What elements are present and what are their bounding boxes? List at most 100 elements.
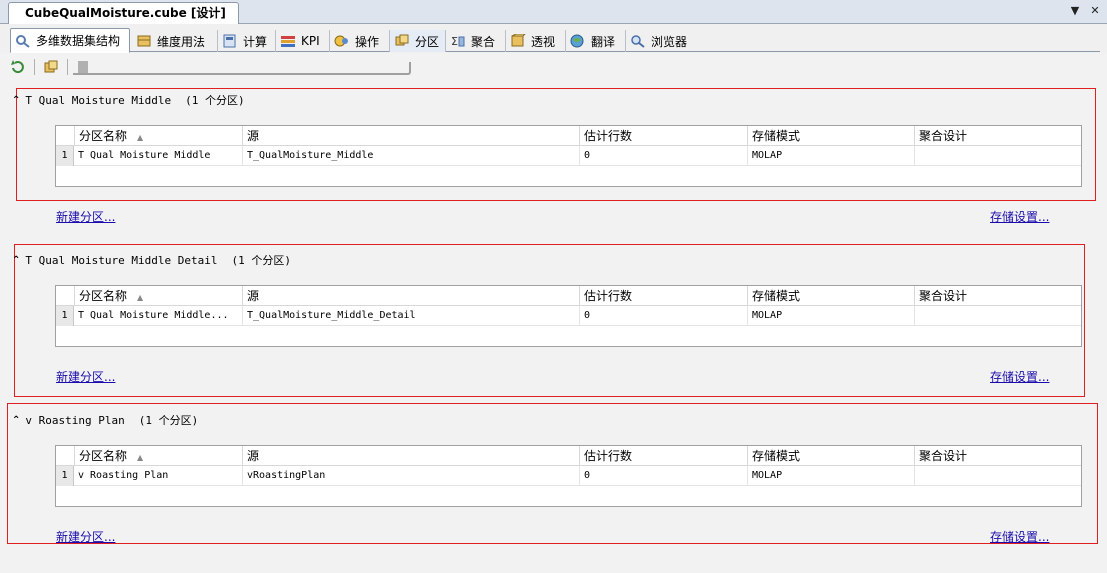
actions-icon <box>334 34 350 48</box>
measure-group-name: T Qual Moisture Middle Detail <box>25 253 218 267</box>
collapse-icon[interactable]: ⌃ <box>12 255 20 266</box>
tab-label: 翻译 <box>591 34 616 49</box>
measure-group-title[interactable]: ⌃ T Qual Moisture Middle (1 个分区) <box>12 92 245 108</box>
tab-label: KPI <box>301 34 320 48</box>
column-header-source[interactable]: 源 <box>242 286 579 306</box>
table-row[interactable]: 1 T Qual Moisture Middle... T_QualMoistu… <box>56 306 1081 326</box>
cell-aggregation-design[interactable] <box>914 466 1081 486</box>
tab-label: 浏览器 <box>651 34 688 49</box>
tab-dimension-usage[interactable]: 维度用法 <box>132 30 218 52</box>
partitions-pane: ⌃ T Qual Moisture Middle (1 个分区) 分区名称 ▲ 源… <box>0 53 1107 573</box>
column-header-aggregation-design[interactable]: 聚合设计 <box>914 286 1081 306</box>
row-number: 1 <box>56 306 74 326</box>
cell-aggregation-design[interactable] <box>914 306 1081 326</box>
perspectives-icon <box>510 33 527 48</box>
cell-estimated-rows[interactable]: 0 <box>579 466 747 486</box>
aggregations-icon: Σ <box>450 34 466 48</box>
table-row[interactable]: 1 v Roasting Plan vRoastingPlan 0 MOLAP <box>56 466 1081 486</box>
column-header-storage-mode[interactable]: 存储模式 <box>747 286 914 306</box>
table-row[interactable]: 1 T Qual Moisture Middle T_QualMoisture_… <box>56 146 1081 166</box>
cell-source[interactable]: T_QualMoisture_Middle <box>242 146 579 166</box>
column-header-estimated-rows[interactable]: 估计行数 <box>579 126 747 146</box>
tab-label: 多维数据集结构 <box>36 34 121 48</box>
tab-browser[interactable]: 浏览器 <box>626 30 700 52</box>
tab-label: 聚合 <box>471 34 496 49</box>
sort-icon: ▲ <box>137 453 144 462</box>
toolbar-separator <box>67 59 68 75</box>
partition-icon <box>44 60 58 73</box>
cell-source[interactable]: T_QualMoisture_Middle_Detail <box>242 306 579 326</box>
refresh-icon <box>11 60 24 74</box>
column-header-aggregation-design[interactable]: 聚合设计 <box>914 446 1081 466</box>
row-number: 1 <box>56 466 74 486</box>
tab-label: 透视 <box>531 34 556 49</box>
grid-header: 分区名称 ▲ 源 估计行数 存储模式 聚合设计 <box>56 126 1081 146</box>
column-header-storage-mode[interactable]: 存储模式 <box>747 126 914 146</box>
partition-count: (1 个分区) <box>185 94 245 107</box>
svg-text:Σ: Σ <box>451 35 458 48</box>
window-dropdown-icon[interactable]: ▼ <box>1068 4 1082 18</box>
tab-actions[interactable]: 操作 <box>330 30 390 52</box>
cube-structure-icon <box>15 34 31 48</box>
tab-cube-structure[interactable]: 多维数据集结构 <box>10 28 130 53</box>
column-header-estimated-rows[interactable]: 估计行数 <box>579 446 747 466</box>
window-close-icon[interactable]: ✕ <box>1088 4 1102 18</box>
new-partition-link[interactable]: 新建分区... <box>56 368 115 385</box>
storage-settings-link[interactable]: 存储设置... <box>990 208 1049 225</box>
tab-partitions[interactable]: 分区 <box>390 30 446 52</box>
cell-estimated-rows[interactable]: 0 <box>579 146 747 166</box>
grid-header: 分区名称 ▲ 源 估计行数 存储模式 聚合设计 <box>56 446 1081 466</box>
column-header-partition-name[interactable]: 分区名称 ▲ <box>74 126 242 146</box>
dimension-usage-icon <box>136 34 152 48</box>
partitions-grid: 分区名称 ▲ 源 估计行数 存储模式 聚合设计 1 v Roasting Plan… <box>55 445 1082 507</box>
partitions-grid: 分区名称 ▲ 源 估计行数 存储模式 聚合设计 1 T Qual Moisture… <box>55 125 1082 187</box>
column-header-aggregation-design[interactable]: 聚合设计 <box>914 126 1081 146</box>
new-partition-toolbar-button[interactable] <box>41 57 61 77</box>
cell-partition-name[interactable]: T Qual Moisture Middle... <box>74 306 242 326</box>
column-header-partition-name[interactable]: 分区名称 ▲ <box>74 286 242 306</box>
measure-group-title[interactable]: ⌃ v Roasting Plan (1 个分区) <box>12 412 198 428</box>
cell-storage-mode[interactable]: MOLAP <box>747 146 914 166</box>
tab-aggregations[interactable]: Σ 聚合 <box>446 30 506 52</box>
partition-count: (1 个分区) <box>138 414 199 427</box>
cell-partition-name[interactable]: T Qual Moisture Middle <box>74 146 242 166</box>
cell-partition-name[interactable]: v Roasting Plan <box>74 466 242 486</box>
tab-label: 操作 <box>355 34 380 49</box>
partition-group: ⌃ T Qual Moisture Middle (1 个分区) 分区名称 ▲ 源… <box>0 86 1107 224</box>
document-tab[interactable]: CubeQualMoisture.cube [设计] <box>8 2 239 24</box>
row-number: 1 <box>56 146 74 166</box>
cell-estimated-rows[interactable]: 0 <box>579 306 747 326</box>
measure-group-name: T Qual Moisture Middle <box>25 93 172 107</box>
tab-label: 分区 <box>415 34 440 49</box>
tab-label: 计算 <box>243 34 268 49</box>
sort-icon: ▲ <box>137 133 144 142</box>
storage-settings-link[interactable]: 存储设置... <box>990 528 1049 545</box>
cell-aggregation-design[interactable] <box>914 146 1081 166</box>
tab-kpi[interactable]: KPI <box>276 30 330 52</box>
tab-label: 维度用法 <box>157 34 206 49</box>
cell-storage-mode[interactable]: MOLAP <box>747 466 914 486</box>
toolbar-separator <box>34 59 35 75</box>
calculations-icon <box>222 34 238 48</box>
partition-group: ⌃ v Roasting Plan (1 个分区) 分区名称 ▲ 源 估计行数 存… <box>0 403 1107 546</box>
designer-tab-bar: 多维数据集结构 维度用法 计算 KPI 操作 分区 Σ 聚合 透视 翻译 浏览器 <box>10 28 1100 53</box>
collapse-icon[interactable]: ⌃ <box>12 415 20 426</box>
column-header-estimated-rows[interactable]: 估计行数 <box>579 286 747 306</box>
cell-storage-mode[interactable]: MOLAP <box>747 306 914 326</box>
tab-calculations[interactable]: 计算 <box>218 30 276 52</box>
toolbar-grip <box>73 62 411 75</box>
storage-settings-link[interactable]: 存储设置... <box>990 368 1049 385</box>
cell-source[interactable]: vRoastingPlan <box>242 466 579 486</box>
measure-group-title[interactable]: ⌃ T Qual Moisture Middle Detail (1 个分区) <box>12 252 291 268</box>
column-header-source[interactable]: 源 <box>242 446 579 466</box>
new-partition-link[interactable]: 新建分区... <box>56 208 115 225</box>
tab-translations[interactable]: 翻译 <box>566 30 626 52</box>
column-header-storage-mode[interactable]: 存储模式 <box>747 446 914 466</box>
translations-icon <box>570 34 586 48</box>
column-header-source[interactable]: 源 <box>242 126 579 146</box>
collapse-icon[interactable]: ⌃ <box>12 95 20 106</box>
new-partition-link[interactable]: 新建分区... <box>56 528 115 545</box>
tab-perspectives[interactable]: 透视 <box>506 30 566 52</box>
refresh-button[interactable] <box>8 57 28 77</box>
column-header-partition-name[interactable]: 分区名称 ▲ <box>74 446 242 466</box>
